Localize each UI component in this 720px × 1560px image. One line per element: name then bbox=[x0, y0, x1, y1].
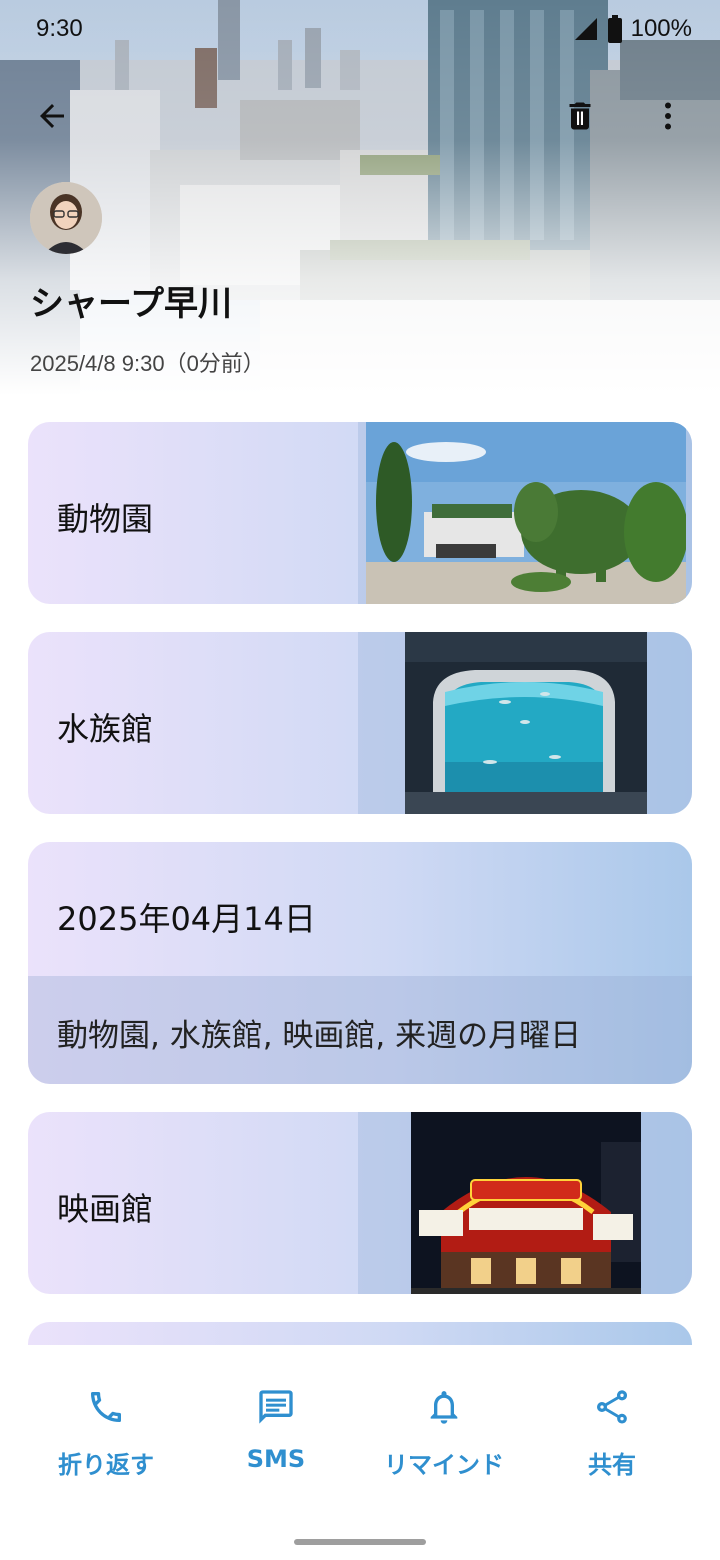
date-summary-card[interactable]: 2025年04月14日 動物園, 水族館, 映画館, 来週の月曜日 bbox=[28, 842, 692, 1084]
card-label: 映画館 bbox=[57, 1190, 154, 1228]
sms-icon bbox=[254, 1385, 298, 1429]
action-label: リマインド bbox=[384, 1451, 504, 1479]
share-icon bbox=[590, 1385, 634, 1429]
phone-icon bbox=[84, 1385, 128, 1429]
date-items-row: 動物園, 水族館, 映画館, 来週の月曜日 bbox=[28, 976, 692, 1084]
date-title: 2025年04月14日 bbox=[57, 900, 316, 938]
status-time: 9:30 bbox=[36, 15, 83, 42]
call-timestamp: 2025/4/8 9:30（0分前） bbox=[30, 351, 265, 376]
delete-button[interactable] bbox=[556, 92, 604, 140]
arrow-back-icon bbox=[40, 104, 64, 128]
keyword-card-aquarium[interactable]: 水族館 bbox=[28, 632, 692, 814]
contact-name: シャープ早川 bbox=[30, 284, 232, 324]
avatar-photo bbox=[30, 182, 102, 254]
bell-icon bbox=[422, 1385, 466, 1429]
keyword-card-movie-theater[interactable]: 映画館 bbox=[28, 1112, 692, 1294]
contact-avatar bbox=[30, 182, 102, 254]
trash-icon bbox=[569, 102, 591, 130]
action-label: 共有 bbox=[588, 1451, 636, 1479]
movie-theater-photo bbox=[411, 1112, 641, 1294]
battery-percentage: 100% bbox=[630, 15, 692, 42]
share-button[interactable]: 共有 bbox=[532, 1385, 692, 1495]
sms-button[interactable]: SMS bbox=[196, 1385, 356, 1495]
keyword-card-zoo[interactable]: 動物園 bbox=[28, 422, 692, 604]
more-options-button[interactable] bbox=[644, 92, 692, 140]
battery-icon bbox=[607, 15, 622, 43]
zoo-entrance-photo bbox=[366, 422, 686, 604]
signal-icon bbox=[574, 18, 597, 40]
bottom-action-bar: 折り返す SMS リマインド 共有 bbox=[0, 1345, 720, 1560]
action-label: SMS bbox=[246, 1445, 306, 1473]
action-label: 折り返す bbox=[58, 1451, 154, 1479]
more-vertical-icon bbox=[665, 102, 671, 130]
callback-button[interactable]: 折り返す bbox=[26, 1385, 186, 1495]
back-button[interactable] bbox=[28, 92, 76, 140]
remind-button[interactable]: リマインド bbox=[364, 1385, 524, 1495]
card-label: 水族館 bbox=[57, 710, 154, 748]
status-bar: 9:30 100% bbox=[0, 0, 720, 64]
date-items: 動物園, 水族館, 映画館, 来週の月曜日 bbox=[57, 1018, 582, 1054]
card-label: 動物園 bbox=[57, 500, 154, 538]
status-indicators: 100% bbox=[573, 15, 692, 43]
home-indicator[interactable] bbox=[294, 1539, 426, 1545]
aquarium-tank-photo bbox=[405, 632, 647, 814]
